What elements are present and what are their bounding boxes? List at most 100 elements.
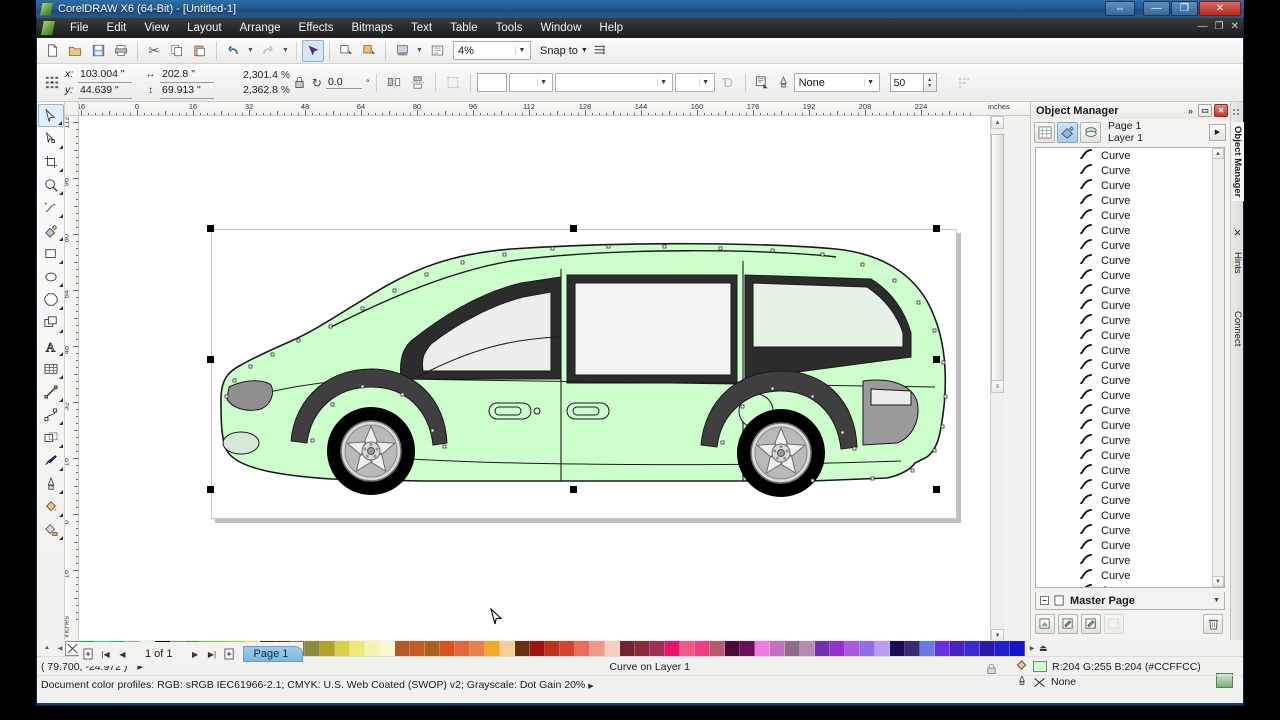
palette-swatch[interactable] [395, 640, 410, 656]
outline-none-swatch[interactable] [1033, 676, 1046, 687]
palette-swatch[interactable] [365, 640, 380, 656]
palette-swatch[interactable] [530, 640, 545, 656]
expand-icon[interactable]: − [1040, 596, 1049, 605]
palette-swatch[interactable] [455, 640, 470, 656]
palette-swatch[interactable] [425, 640, 440, 656]
menu-effects[interactable]: Effects [290, 20, 343, 36]
docker-minimize-button[interactable]: ▭ [1198, 104, 1212, 117]
page-tab-page-1[interactable]: Page 1 [242, 646, 304, 662]
doc-minimize-button[interactable]: — [1198, 21, 1208, 32]
palette-swatch[interactable] [350, 640, 365, 656]
palette-scroll-left-icon[interactable]: ◀ [55, 645, 65, 652]
list-scroll-down-icon[interactable]: ▼ [1212, 576, 1224, 587]
docker-tab-close-icon[interactable]: ✕ [1231, 224, 1244, 243]
freehand-tool[interactable] [38, 196, 64, 219]
selection-handle-w[interactable] [207, 356, 214, 363]
palette-swatch[interactable] [590, 640, 605, 656]
menu-tools[interactable]: Tools [487, 20, 532, 36]
save-icon[interactable] [87, 40, 109, 62]
selection-handle-sw[interactable] [207, 486, 214, 493]
paste-icon[interactable] [189, 40, 211, 62]
basic-shapes-tool[interactable] [38, 311, 64, 334]
middle-window-glass[interactable] [574, 282, 732, 376]
palette-swatch[interactable] [1010, 640, 1025, 656]
object-list-item[interactable]: Curve [1036, 538, 1212, 553]
object-list-item[interactable]: Curve [1036, 163, 1212, 178]
object-list-item[interactable]: Curve [1036, 208, 1212, 223]
menu-help[interactable]: Help [590, 20, 632, 36]
object-list-item[interactable]: Curve [1036, 268, 1212, 283]
print-icon[interactable] [110, 40, 132, 62]
palette-swatch[interactable] [650, 640, 665, 656]
dimension-tool[interactable] [38, 380, 64, 403]
smart-fill-tool[interactable] [38, 219, 64, 242]
wrap-offset-spinner[interactable]: 50 ▲ ▼ [889, 73, 937, 92]
close-button[interactable]: ✕ [1199, 1, 1241, 16]
palette-swatch[interactable] [560, 640, 575, 656]
wrap-offset-field[interactable]: 50 [889, 73, 924, 92]
object-list-item[interactable]: Curve [1036, 178, 1212, 193]
palette-swatch[interactable] [935, 640, 950, 656]
object-list-item[interactable]: Curve [1036, 508, 1212, 523]
outline-color-swatch[interactable] [476, 73, 507, 92]
palette-swatch[interactable] [875, 640, 890, 656]
palette-swatch[interactable] [800, 640, 815, 656]
palette-swatch[interactable] [545, 640, 560, 656]
fog-light[interactable] [222, 431, 260, 455]
object-list-item[interactable]: Curve [1036, 148, 1212, 163]
rear-wheel[interactable] [736, 408, 826, 498]
color-eyedropper-tool[interactable] [38, 449, 64, 472]
shape-tool[interactable] [38, 127, 64, 150]
menu-table[interactable]: Table [441, 20, 487, 36]
zoom-level-combo[interactable]: 4% ▼ [453, 41, 531, 60]
palette-swatch[interactable] [620, 640, 635, 656]
scroll-thumb-grip[interactable]: ≡ [991, 380, 1004, 393]
new-layer-icon[interactable] [1035, 614, 1055, 634]
object-list[interactable]: Curve Curve Curve Curve Curve Curve Curve Curve… [1035, 147, 1225, 588]
object-list-item[interactable]: Curve [1036, 328, 1212, 343]
palette-swatch[interactable] [710, 640, 725, 656]
palette-swatch[interactable] [515, 640, 530, 656]
object-list-item[interactable]: Curve [1036, 373, 1212, 388]
menu-edit[interactable]: Edit [98, 20, 136, 36]
doc-close-button[interactable]: ✕ [1231, 21, 1239, 32]
chevron-down-icon[interactable]: ▼ [515, 47, 528, 54]
palette-expand-icon[interactable]: ⏏ [1039, 643, 1048, 654]
object-list-item[interactable]: Curve [1036, 238, 1212, 253]
table-tool[interactable] [38, 357, 64, 380]
add-page-after-icon[interactable] [222, 646, 237, 662]
docker-close-button[interactable]: ✕ [1214, 104, 1228, 117]
object-list-item[interactable]: Curve [1036, 448, 1212, 463]
docker-expand-icon[interactable]: » [1188, 106, 1193, 116]
publish-pdf-icon[interactable] [391, 40, 413, 62]
wrap-text-combo[interactable]: None ▼ [793, 73, 880, 92]
object-list-item[interactable]: Curve [1036, 523, 1212, 538]
object-list-item[interactable]: Curve [1036, 583, 1212, 587]
outline-tool[interactable] [38, 472, 64, 495]
lock-ratio-icon[interactable] [292, 71, 308, 95]
selection-handle-s[interactable] [570, 486, 577, 493]
height-field[interactable]: 69.913 " [160, 83, 214, 99]
palette-swatch[interactable] [950, 640, 965, 656]
palette-swatch[interactable] [410, 640, 425, 656]
rectangle-tool[interactable] [38, 242, 64, 265]
previous-page-button[interactable]: ◀ [115, 646, 130, 662]
object-list-item[interactable]: Curve [1036, 493, 1212, 508]
publish-pdf-dropdown-icon[interactable]: ▼ [414, 40, 425, 62]
connector-tool[interactable] [38, 403, 64, 426]
object-list-item[interactable]: Curve [1036, 358, 1212, 373]
palette-swatch[interactable] [995, 640, 1010, 656]
open-icon[interactable] [64, 40, 86, 62]
options-dialog-icon[interactable] [589, 40, 611, 62]
first-page-button[interactable]: |◀ [98, 646, 113, 662]
palette-swatch[interactable] [305, 640, 320, 656]
object-list-item[interactable]: Curve [1036, 253, 1212, 268]
menu-bitmaps[interactable]: Bitmaps [342, 20, 402, 36]
selection-handle-n[interactable] [570, 225, 577, 232]
color-profiles-expand-icon[interactable]: ▶ [588, 683, 593, 690]
cut-icon[interactable]: ✂ [143, 40, 165, 62]
pick-tool[interactable] [37, 104, 64, 127]
chevron-down-icon[interactable]: ▼ [656, 79, 670, 86]
master-page-row[interactable]: − Master Page ▼ [1035, 592, 1225, 610]
object-list-item[interactable]: Curve [1036, 403, 1212, 418]
